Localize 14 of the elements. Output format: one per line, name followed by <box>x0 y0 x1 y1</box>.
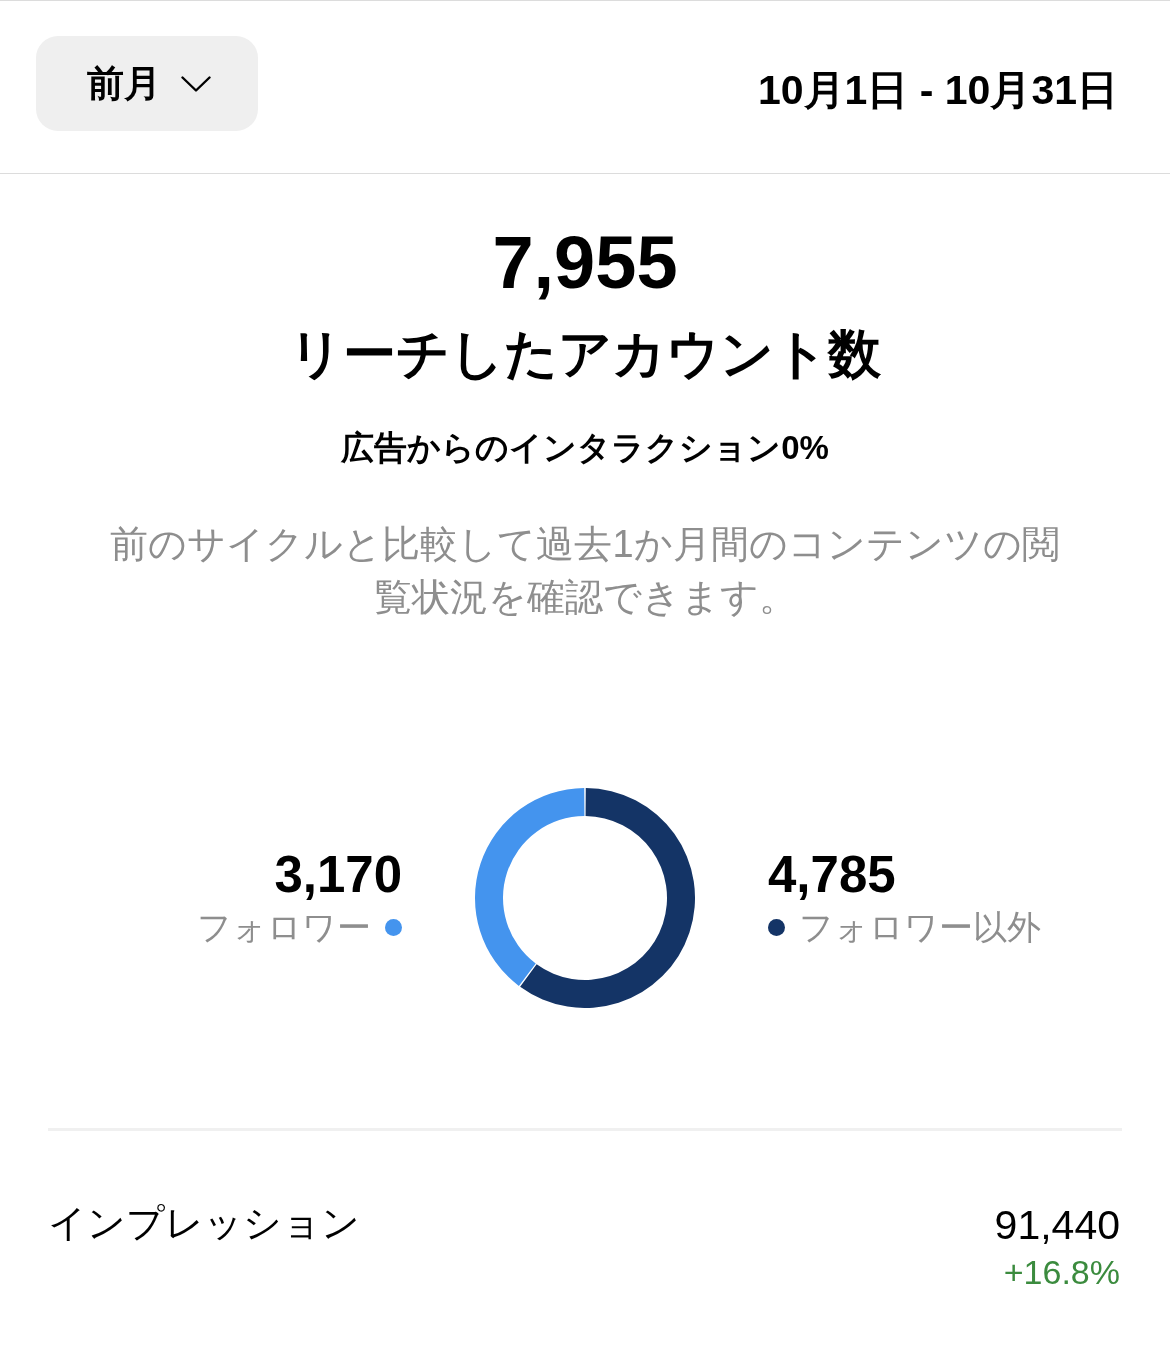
metric-value: 91,440 <box>994 1201 1120 1251</box>
date-range: 10月1日 - 10月31日 <box>757 66 1118 115</box>
total-count: 7,955 <box>492 226 678 300</box>
ad-interaction-text: 広告からのインタラクション0% <box>341 427 829 468</box>
period-dropdown[interactable]: 前月 <box>36 36 258 131</box>
metric-label: インプレッション <box>48 1201 360 1247</box>
metric-change: +16.8% <box>1003 1252 1120 1294</box>
chevron-down-icon <box>181 75 211 92</box>
legend-label: フォロワー以外 <box>799 907 1041 949</box>
legend-value: 3,170 <box>274 847 402 904</box>
metric-title: リーチしたアカウント数 <box>289 323 881 385</box>
description-text: 前のサイクルと比較して過去1か月間のコンテンツの閲覧状況を確認できます。 <box>109 522 1061 621</box>
legend-label: フォロワー <box>197 907 371 949</box>
legend-value: 4,785 <box>768 847 896 904</box>
